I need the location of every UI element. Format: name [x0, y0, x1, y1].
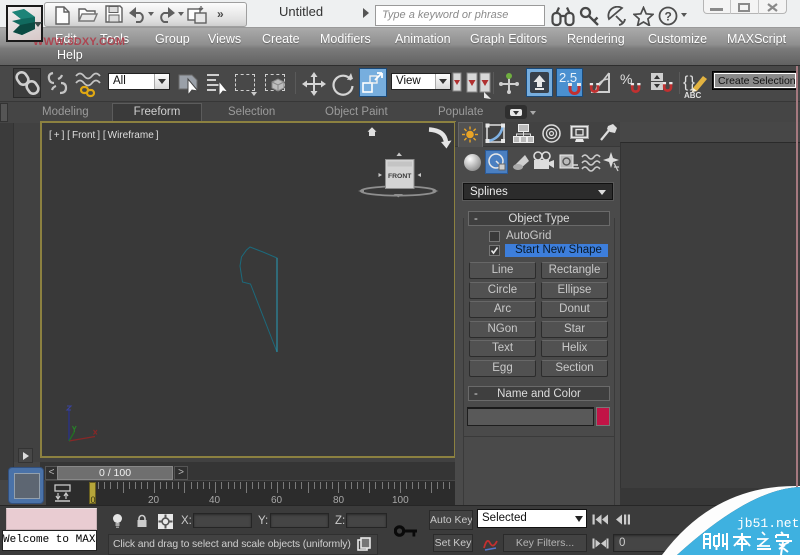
- svg-text:100: 100: [392, 495, 409, 505]
- svg-text:40: 40: [209, 495, 221, 505]
- svg-text:ABC: ABC: [684, 91, 702, 100]
- svg-text:%: %: [620, 71, 632, 87]
- svg-text:20: 20: [148, 495, 160, 505]
- svg-text:?: ?: [665, 10, 672, 24]
- svg-text:80: 80: [333, 495, 345, 505]
- svg-text:60: 60: [271, 495, 283, 505]
- svg-text:FRONT: FRONT: [388, 173, 412, 180]
